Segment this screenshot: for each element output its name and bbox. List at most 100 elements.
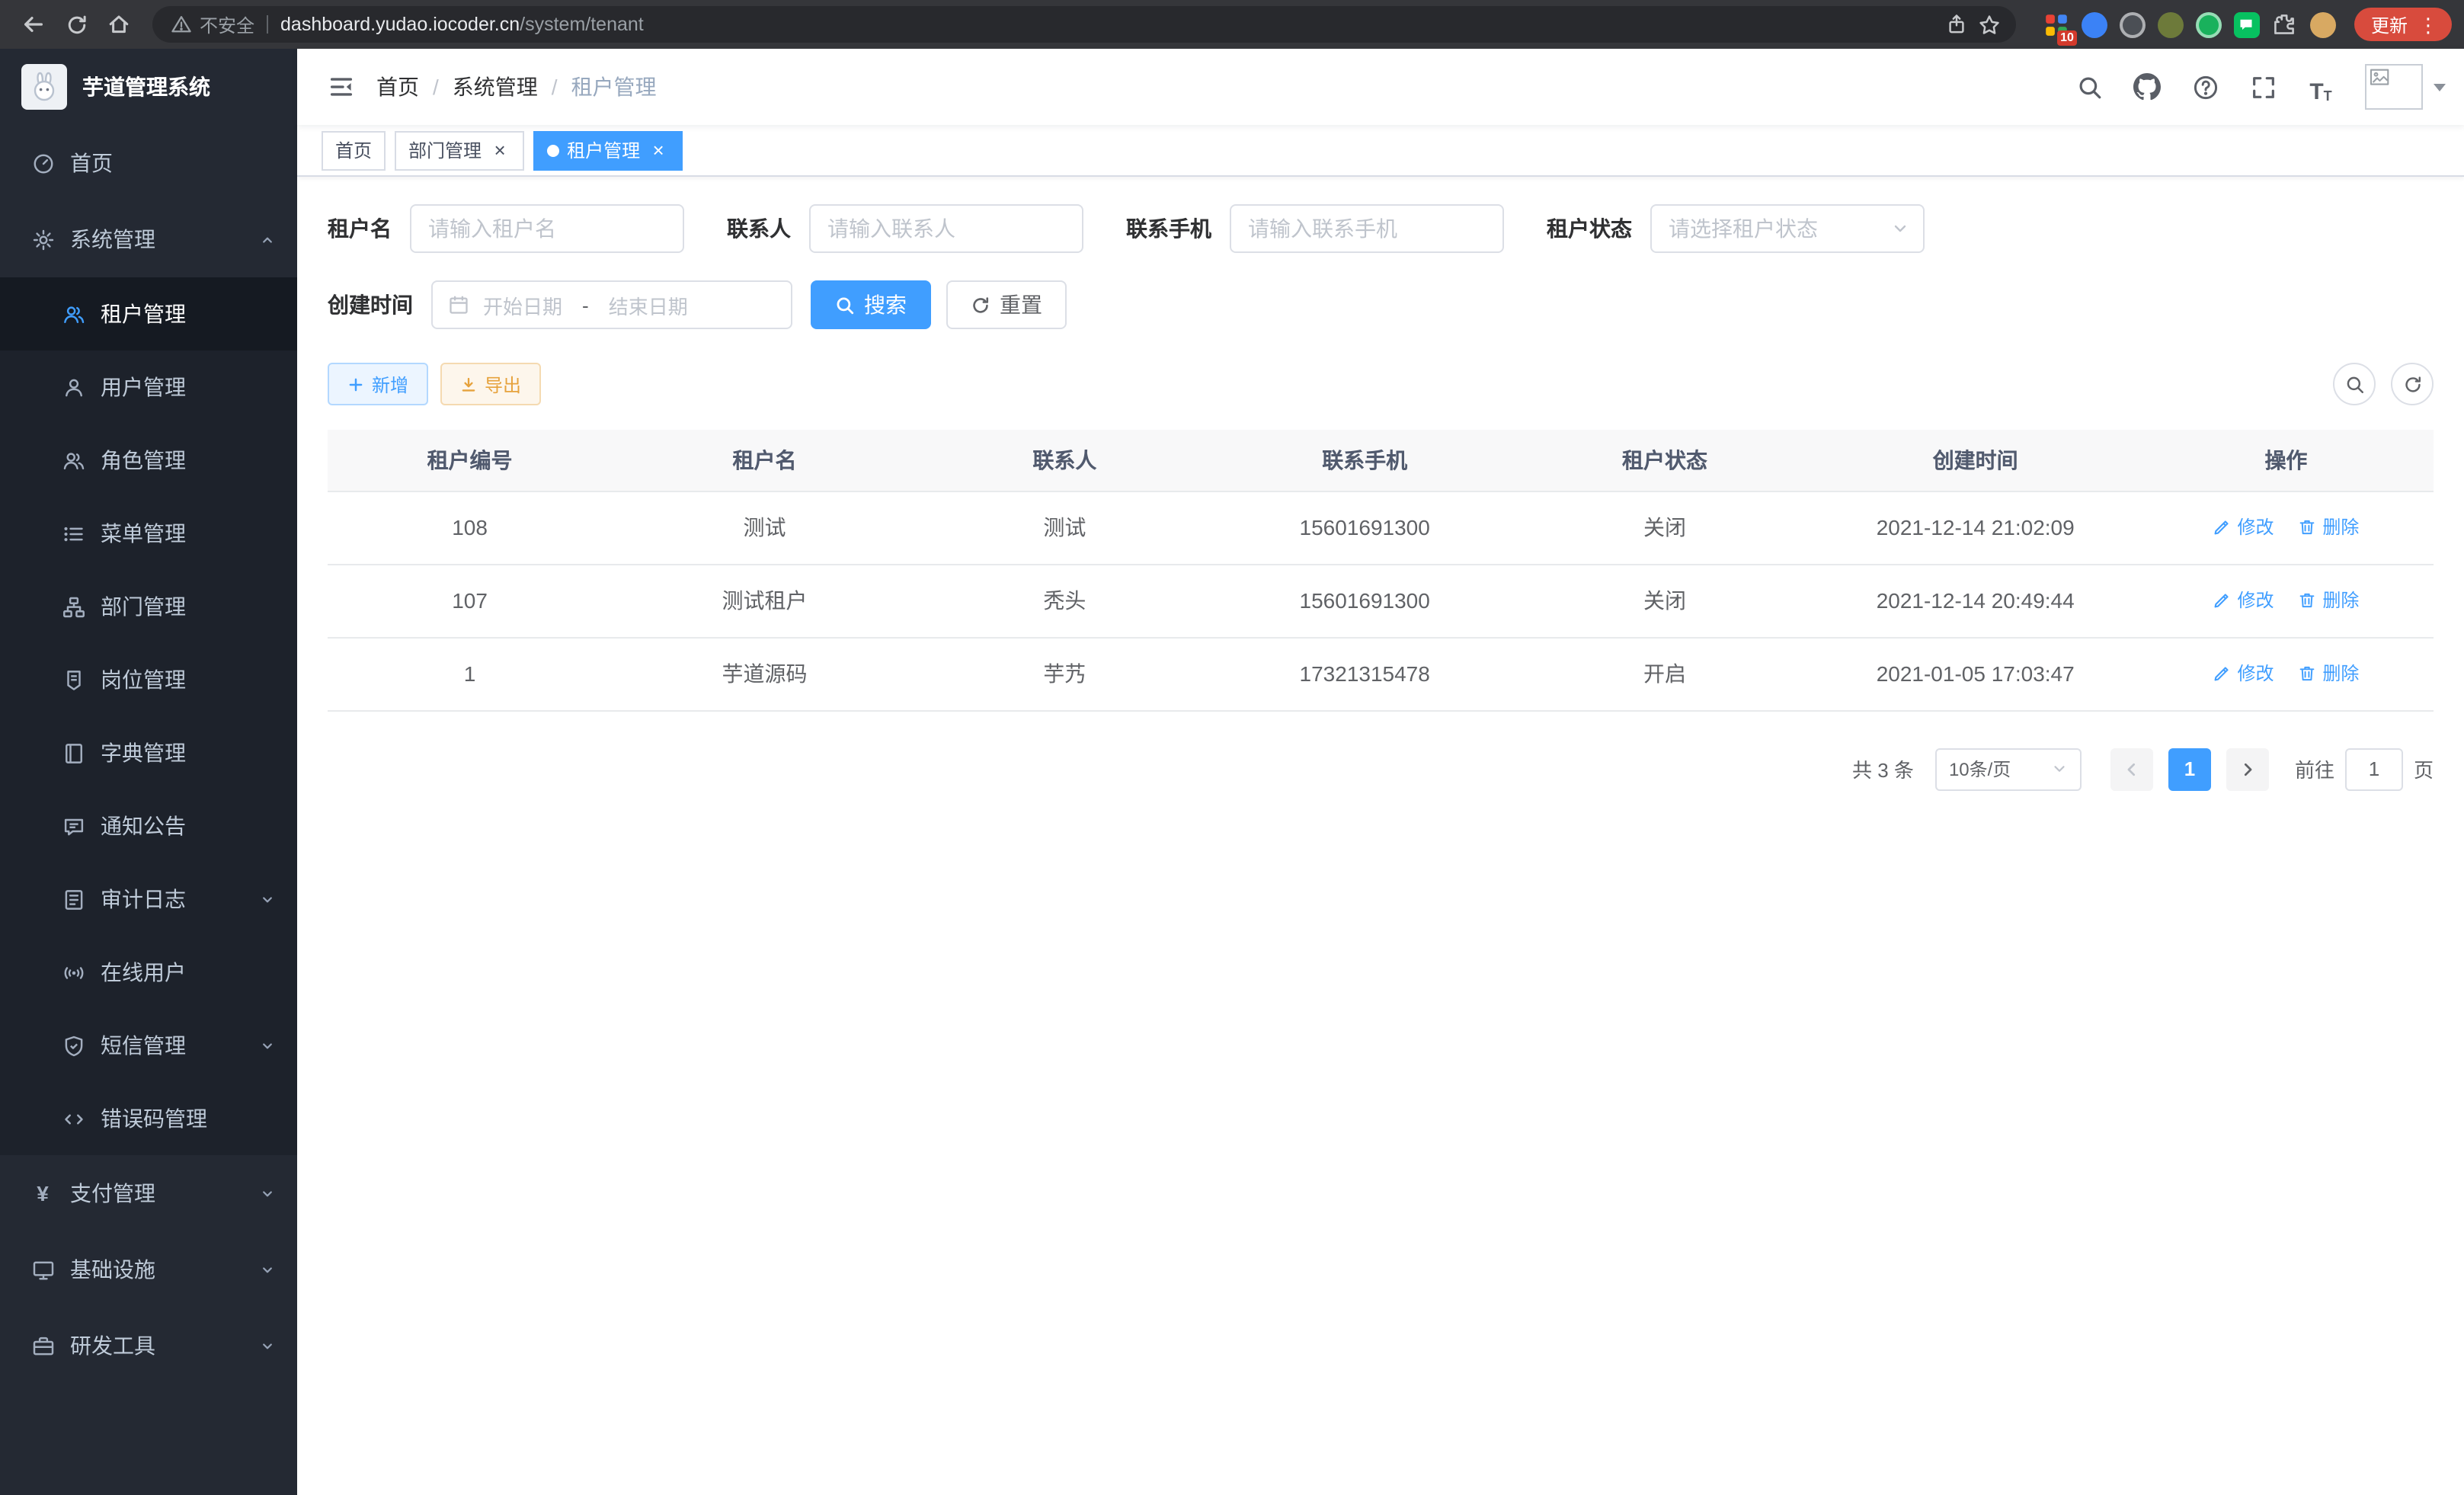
- app-logo[interactable]: 芋道管理系统: [0, 49, 297, 125]
- phone-input[interactable]: [1248, 216, 1486, 241]
- edit-button[interactable]: 修改: [2213, 514, 2274, 540]
- green-extension-icon[interactable]: [2196, 11, 2222, 37]
- date-range-picker[interactable]: 开始日期 - 结束日期: [431, 280, 792, 329]
- chrome-update-button[interactable]: 更新 ⋮: [2354, 8, 2452, 41]
- refresh-table-button[interactable]: [2391, 363, 2434, 405]
- page-content: 租户名 联系人 联系手机: [297, 177, 2464, 1495]
- edit-button[interactable]: 修改: [2213, 587, 2274, 613]
- reset-button[interactable]: 重置: [946, 280, 1067, 329]
- filter-label: 创建时间: [328, 290, 413, 320]
- browser-menu-icon[interactable]: ⋮: [2418, 14, 2438, 34]
- github-icon: [2133, 73, 2161, 101]
- delete-button[interactable]: 删除: [2298, 514, 2359, 540]
- tags-view-bar: 首页 部门管理 × 租户管理 ×: [297, 125, 2464, 177]
- trash-icon: [2298, 664, 2316, 683]
- sidebar-item-dept[interactable]: 部门管理: [0, 570, 297, 643]
- goto-page-input[interactable]: [2345, 748, 2403, 790]
- book-icon: [61, 741, 85, 765]
- sidebar-item-dev-tools[interactable]: 研发工具: [0, 1308, 297, 1384]
- tag-label: 租户管理: [567, 137, 640, 163]
- sidebar-item-payment[interactable]: ¥ 支付管理: [0, 1155, 297, 1231]
- export-button[interactable]: 导出: [440, 363, 541, 405]
- sidebar-item-user[interactable]: 用户管理: [0, 351, 297, 424]
- sidebar-item-infra[interactable]: 基础设施: [0, 1231, 297, 1308]
- font-size-button[interactable]: TT: [2304, 70, 2338, 104]
- page-unit-label: 页: [2414, 754, 2434, 783]
- close-icon[interactable]: ×: [489, 139, 510, 161]
- status-select[interactable]: 请选择租户状态: [1650, 204, 1925, 253]
- sidebar-item-label: 首页: [70, 148, 113, 178]
- sidebar-item-error-code[interactable]: 错误码管理: [0, 1082, 297, 1155]
- pagination-jumper: 前往 页: [2295, 748, 2434, 790]
- column-header: 联系人: [917, 430, 1212, 491]
- prev-page-button[interactable]: [2110, 748, 2153, 790]
- toggle-search-button[interactable]: [2333, 363, 2376, 405]
- add-button[interactable]: 新增: [328, 363, 428, 405]
- refresh-icon: [2402, 374, 2422, 394]
- delete-label: 删除: [2322, 514, 2359, 540]
- sidebar-item-system[interactable]: 系统管理: [0, 201, 297, 277]
- extensions-tray: 10: [2028, 11, 2351, 37]
- gear-icon: [30, 227, 55, 251]
- cell-created: 2021-12-14 21:02:09: [1813, 491, 2139, 564]
- tag-dept[interactable]: 部门管理 ×: [395, 130, 524, 170]
- cell-contact: 秃头: [917, 564, 1212, 637]
- header-search-button[interactable]: [2072, 70, 2106, 104]
- page-number-current[interactable]: 1: [2168, 748, 2211, 790]
- avatar[interactable]: [2365, 64, 2423, 110]
- delete-button[interactable]: 删除: [2298, 587, 2359, 613]
- blue-extension-icon[interactable]: [2082, 11, 2107, 37]
- sidebar-item-dict[interactable]: 字典管理: [0, 716, 297, 789]
- sidebar-item-tenant[interactable]: 租户管理: [0, 277, 297, 351]
- fullscreen-button[interactable]: [2246, 70, 2280, 104]
- chat-extension-icon[interactable]: [2234, 11, 2260, 37]
- profile-avatar-icon[interactable]: [2310, 11, 2336, 37]
- delete-label: 删除: [2322, 661, 2359, 687]
- security-status[interactable]: 不安全: [171, 11, 254, 37]
- edit-button[interactable]: 修改: [2213, 661, 2274, 687]
- extensions-puzzle-icon[interactable]: [2272, 11, 2298, 37]
- tag-home[interactable]: 首页: [322, 130, 386, 170]
- breadcrumb-home[interactable]: 首页: [376, 72, 419, 102]
- chevron-down-icon: [259, 1261, 276, 1278]
- olive-extension-icon[interactable]: [2158, 11, 2184, 37]
- breadcrumb-system[interactable]: 系统管理: [453, 72, 538, 102]
- home-button[interactable]: [98, 3, 140, 46]
- sidebar-item-menu[interactable]: 菜单管理: [0, 497, 297, 570]
- bookmark-star-button[interactable]: [1973, 8, 2007, 41]
- tag-tenant-active[interactable]: 租户管理 ×: [533, 130, 683, 170]
- sidebar-item-sms[interactable]: 短信管理: [0, 1009, 297, 1082]
- github-link-button[interactable]: [2130, 70, 2164, 104]
- filter-label: 租户名: [328, 213, 392, 244]
- adblock-extension-icon[interactable]: 10: [2043, 11, 2069, 37]
- sidebar-item-post[interactable]: 岗位管理: [0, 643, 297, 716]
- help-docs-button[interactable]: [2188, 70, 2222, 104]
- contact-input[interactable]: [827, 216, 1065, 241]
- reload-button[interactable]: [55, 3, 98, 46]
- sidebar-item-label: 租户管理: [101, 299, 186, 329]
- user-avatar-menu[interactable]: [2365, 64, 2446, 110]
- address-bar[interactable]: 不安全 dashboard.yudao.iocoder.cn/system/te…: [152, 6, 2016, 43]
- home-icon: [107, 12, 131, 37]
- cell-phone: 17321315478: [1212, 637, 1518, 710]
- delete-button[interactable]: 删除: [2298, 661, 2359, 687]
- extension-badge: 10: [2057, 30, 2077, 45]
- search-button[interactable]: 搜索: [811, 280, 931, 329]
- share-button[interactable]: [1940, 8, 1973, 41]
- badge-icon: [61, 667, 85, 692]
- back-button[interactable]: [12, 3, 55, 46]
- page-size-select[interactable]: 10条/页: [1935, 748, 2082, 790]
- sidebar-item-home[interactable]: 首页: [0, 125, 297, 201]
- sidebar-item-audit-log[interactable]: 审计日志: [0, 863, 297, 936]
- next-page-button[interactable]: [2226, 748, 2269, 790]
- screenshot-root: 不安全 dashboard.yudao.iocoder.cn/system/te…: [0, 0, 2464, 1495]
- dark-extension-icon[interactable]: [2120, 11, 2146, 37]
- sidebar-toggle-button[interactable]: [315, 61, 367, 113]
- sidebar-item-label: 支付管理: [70, 1178, 155, 1208]
- sidebar-item-notice[interactable]: 通知公告: [0, 789, 297, 863]
- tenant-name-input[interactable]: [428, 216, 666, 241]
- close-icon[interactable]: ×: [648, 139, 669, 161]
- sidebar-item-role[interactable]: 角色管理: [0, 424, 297, 497]
- sidebar-item-online-users[interactable]: 在线用户: [0, 936, 297, 1009]
- cell-tenant-name: 芋道源码: [612, 637, 917, 710]
